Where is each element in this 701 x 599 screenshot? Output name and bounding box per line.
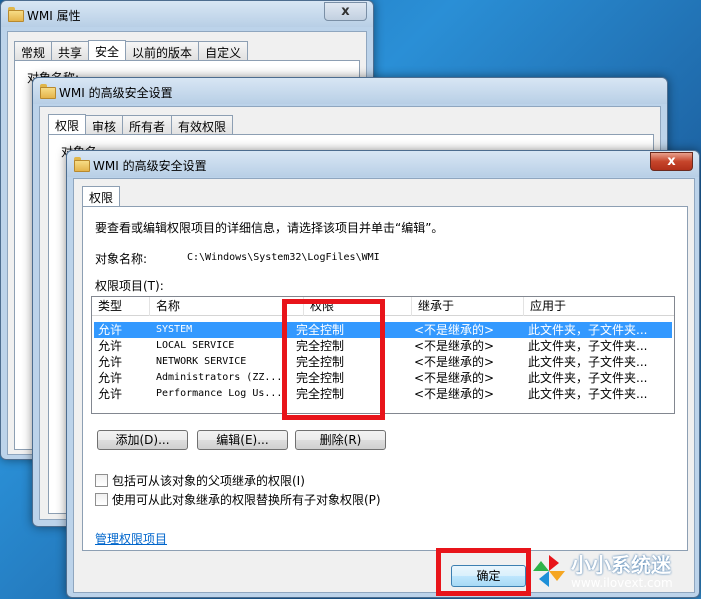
cell-name: LOCAL SERVICE [156, 340, 235, 351]
tab-general[interactable]: 常规 [14, 41, 53, 60]
properties-title: WMI 属性 [27, 9, 81, 23]
tab-customize[interactable]: 自定义 [198, 41, 249, 60]
highlight-ok-button [436, 548, 531, 596]
tab-permissions[interactable]: 权限 [48, 114, 87, 135]
cell-applies: 此文件夹，子文件夹... [528, 339, 648, 353]
properties-titlebar[interactable]: WMI 属性 x [1, 1, 373, 27]
tab-auditing[interactable]: 审核 [85, 115, 124, 134]
cell-name: NETWORK SERVICE [156, 356, 247, 367]
cell-name: Administrators (ZZ... [156, 372, 283, 383]
middle-titlebar[interactable]: WMI 的高级安全设置 [33, 78, 667, 104]
middle-tabs: 权限 审核 所有者 有效权限 [48, 113, 234, 135]
add-button[interactable]: 添加(D)... [97, 430, 188, 450]
tab-permissions[interactable]: 权限 [82, 186, 121, 207]
checkbox-box[interactable] [95, 493, 108, 506]
tab-security[interactable]: 安全 [88, 40, 127, 61]
permission-entries-label: 权限项目(T): [95, 279, 164, 293]
object-name-label: 对象名称: [95, 252, 148, 266]
tab-effective-permissions[interactable]: 有效权限 [171, 115, 234, 134]
column-header-name[interactable]: 名称 [150, 297, 304, 316]
cell-name: Performance Log Us... [156, 388, 283, 399]
column-header-applies[interactable]: 应用于 [524, 297, 674, 316]
close-button[interactable]: x [324, 2, 367, 21]
tab-sharing[interactable]: 共享 [51, 41, 90, 60]
cell-inherited: <不是继承的> [414, 387, 495, 401]
cell-type: 允许 [98, 387, 123, 401]
cell-type: 允许 [98, 323, 123, 337]
front-title: WMI 的高级安全设置 [93, 159, 207, 173]
highlight-permission-column [282, 299, 385, 420]
cell-inherited: <不是继承的> [414, 371, 495, 385]
tab-previous-versions[interactable]: 以前的版本 [125, 41, 200, 60]
folder-icon [8, 7, 24, 22]
front-tabs: 权限 [82, 185, 121, 207]
watermark: 小小系统迷 www.ilovext.com [531, 545, 699, 597]
properties-tabs: 常规 共享 安全 以前的版本 自定义 [14, 39, 249, 61]
column-header-inherited[interactable]: 继承于 [412, 297, 524, 316]
cell-applies: 此文件夹，子文件夹... [528, 371, 648, 385]
object-name-value: C:\Windows\System32\LogFiles\WMI [187, 252, 380, 263]
manage-permission-entries-link[interactable]: 管理权限项目 [95, 530, 167, 547]
front-titlebar[interactable]: WMI 的高级安全设置 x [67, 151, 699, 177]
close-button[interactable]: x [650, 152, 693, 171]
watermark-url: www.ilovext.com [571, 576, 673, 590]
folder-icon [40, 84, 56, 99]
cell-applies: 此文件夹，子文件夹... [528, 387, 648, 401]
tab-owner[interactable]: 所有者 [122, 115, 173, 134]
instruction-text: 要查看或编辑权限项目的详细信息，请选择该项目并单击“编辑”。 [95, 221, 444, 235]
middle-title: WMI 的高级安全设置 [59, 86, 173, 100]
checkbox-label: 包括可从该对象的父项继承的权限(I) [112, 474, 305, 488]
column-header-type[interactable]: 类型 [92, 297, 150, 316]
cell-type: 允许 [98, 355, 123, 369]
replace-child-permissions-checkbox[interactable]: 使用可从此对象继承的权限替换所有子对象权限(P) [95, 491, 381, 507]
checkbox-box[interactable] [95, 474, 108, 487]
folder-icon [74, 157, 90, 172]
checkbox-label: 使用可从此对象继承的权限替换所有子对象权限(P) [112, 493, 381, 507]
delete-button[interactable]: 删除(R) [295, 430, 386, 450]
inherit-permissions-checkbox[interactable]: 包括可从该对象的父项继承的权限(I) [95, 472, 305, 488]
edit-button[interactable]: 编辑(E)... [197, 430, 288, 450]
cell-inherited: <不是继承的> [414, 355, 495, 369]
cell-type: 允许 [98, 339, 123, 353]
cell-inherited: <不是继承的> [414, 323, 495, 337]
cell-name: SYSTEM [156, 324, 193, 335]
cell-type: 允许 [98, 371, 123, 385]
pinwheel-logo-icon [533, 555, 565, 587]
watermark-brand: 小小系统迷 [571, 553, 671, 577]
cell-applies: 此文件夹，子文件夹... [528, 355, 648, 369]
cell-applies: 此文件夹，子文件夹... [528, 323, 648, 337]
cell-inherited: <不是继承的> [414, 339, 495, 353]
